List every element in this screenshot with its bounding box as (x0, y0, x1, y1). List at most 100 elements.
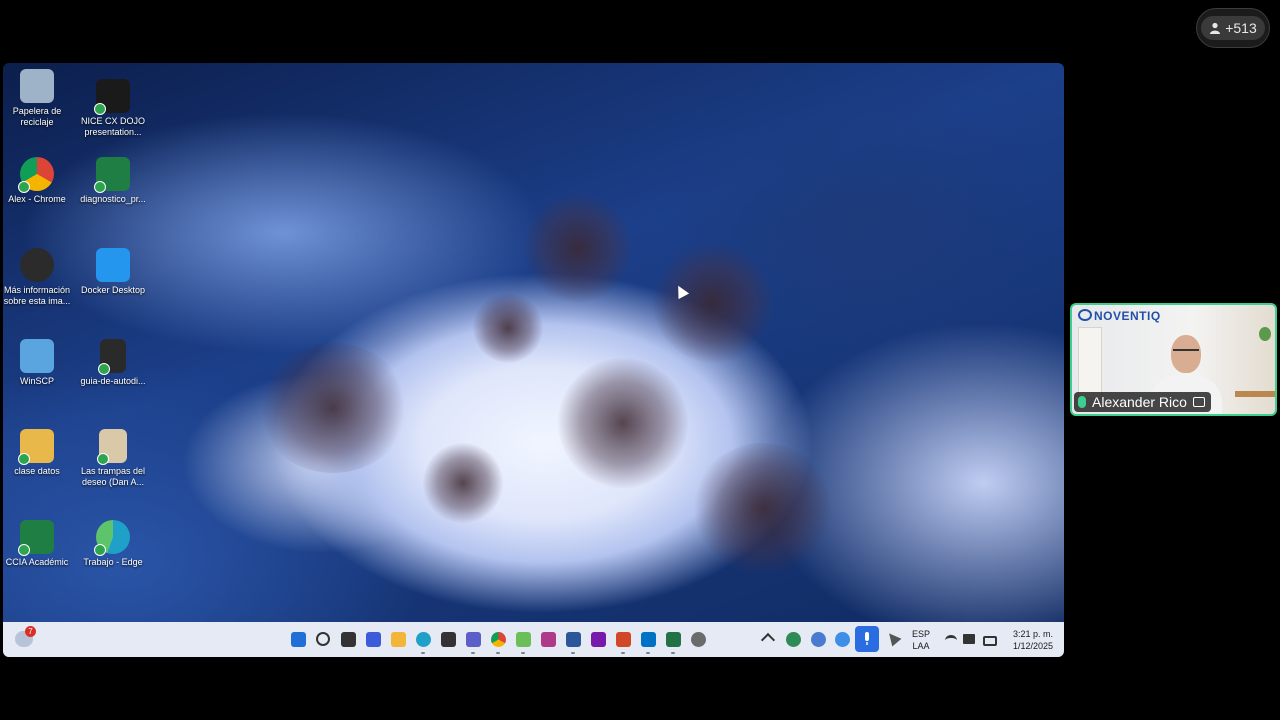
excel-file-icon (18, 520, 54, 556)
excel-icon[interactable] (666, 632, 681, 647)
desktop-icon-nice-cx[interactable]: NICE CX DOJO presentation... (75, 79, 151, 138)
desktop-icon-winscp[interactable]: WinSCP (3, 339, 75, 387)
sync-check-icon (18, 181, 30, 193)
wallpaper-tree (523, 193, 633, 303)
desktop-icon-clase-datos[interactable]: clase datos (3, 429, 75, 477)
camera-info-icon (20, 248, 54, 282)
presenter-name: Alexander Rico (1092, 394, 1187, 410)
person-icon (1210, 22, 1221, 34)
taskbar: 7 ESP LAA 3:21 p. m. 1/12/2025 (3, 622, 1064, 657)
sync-check-icon (18, 544, 30, 556)
calculator-icon[interactable] (441, 632, 456, 647)
desktop-icon-label: Papelera de reciclaje (12, 106, 62, 127)
desktop-icon-label: Más información sobre esta ima... (3, 285, 71, 306)
brand-logo-text: NOVENTIQ (1094, 309, 1161, 323)
wallpaper-tree (558, 358, 688, 488)
sync-check-icon (18, 453, 30, 465)
word-icon[interactable] (566, 632, 581, 647)
presenter-video-tile[interactable]: NOVENTIQ Alexander Rico (1070, 303, 1277, 416)
desktop-icon-label: NICE CX DOJO presentation... (80, 116, 145, 137)
desktop-icon-label: guia-de-autodi... (80, 376, 146, 386)
battery-icon[interactable] (983, 636, 997, 646)
desktop-icon-label: diagnostico_pr... (80, 194, 146, 204)
wallpaper-tree (423, 443, 503, 523)
noventiq-logo-icon (1078, 309, 1092, 321)
desktop-icon-ccia[interactable]: CCIA Académic (3, 520, 75, 568)
running-indicator (496, 652, 500, 654)
sync-check-icon (97, 453, 109, 465)
document-icon (98, 339, 126, 375)
settings-icon[interactable] (691, 632, 706, 647)
desktop-icon-las-trampas[interactable]: Las trampas del deseo (Dan A... (75, 429, 151, 488)
microphone-icon (865, 632, 869, 645)
active-microphone-icon (1078, 396, 1086, 408)
teams-icon[interactable] (466, 632, 481, 647)
running-indicator (646, 652, 650, 654)
chrome-icon[interactable] (491, 632, 506, 647)
wallpaper-tree (653, 243, 773, 363)
shelf (1078, 327, 1102, 399)
clock-time: 3:21 p. m. (1012, 629, 1054, 639)
keyboard-layout: LAA (912, 641, 930, 651)
running-indicator (571, 652, 575, 654)
desktop-icon-label: Las trampas del deseo (Dan A... (80, 466, 146, 487)
sync-check-icon (94, 544, 106, 556)
search-icon[interactable] (316, 632, 330, 646)
wifi-icon[interactable] (945, 635, 957, 646)
task-view-icon[interactable] (341, 632, 356, 647)
desktop-icon-recycle-bin[interactable]: Papelera de reciclaje (3, 69, 75, 128)
sync-icon[interactable] (786, 632, 801, 647)
volume-icon[interactable] (963, 634, 975, 644)
store-icon[interactable] (366, 632, 381, 647)
excel-file-icon (94, 157, 130, 193)
participants-pill: +513 (1201, 16, 1265, 40)
desktop-icon-edge[interactable]: Trabajo - Edge (75, 520, 151, 568)
language-code: ESP (911, 629, 930, 639)
chrome-icon (18, 157, 54, 193)
presentation-icon (94, 79, 130, 115)
desktop-icon-label: Docker Desktop (80, 285, 146, 295)
wallpaper-tree (693, 443, 833, 573)
chevron-up-icon[interactable] (760, 632, 776, 648)
sync-check-icon (94, 103, 106, 115)
onenote-icon[interactable] (591, 632, 606, 647)
sync-check-icon (94, 181, 106, 193)
running-indicator (471, 652, 475, 654)
presenter-glasses (1173, 349, 1199, 357)
edge-icon (94, 520, 130, 556)
desktop-icon-guia[interactable]: guia-de-autodi... (75, 339, 151, 387)
participants-button[interactable]: +513 (1196, 8, 1270, 48)
desktop-icon-label: Trabajo - Edge (83, 557, 143, 567)
desktop-icon-label: CCIA Académic (5, 557, 69, 567)
clock-date: 1/12/2025 (1012, 641, 1054, 651)
input-language[interactable]: ESP LAA (909, 628, 933, 652)
onedrive-icon[interactable] (835, 632, 850, 647)
microphone-button[interactable] (855, 626, 879, 652)
desktop-icon-diagnostico[interactable]: diagnostico_pr... (75, 157, 151, 205)
notepad-icon[interactable] (516, 632, 531, 647)
running-indicator (521, 652, 525, 654)
desktop-icon-mas-informacion[interactable]: Más información sobre esta ima... (3, 248, 75, 307)
participants-count: +513 (1225, 20, 1257, 36)
location-icon[interactable] (884, 629, 902, 647)
pdf-book-icon (97, 429, 127, 465)
desktop-icon-label: Alex - Chrome (8, 194, 66, 204)
file-explorer-icon[interactable] (391, 632, 406, 647)
winrar-icon[interactable] (541, 632, 556, 647)
running-indicator (671, 652, 675, 654)
desktop-icon-docker[interactable]: Docker Desktop (75, 248, 151, 296)
powerpoint-icon[interactable] (616, 632, 631, 647)
screen-share-icon (1192, 397, 1205, 407)
wallpaper-tree (473, 293, 543, 363)
desktop-icon-chrome[interactable]: Alex - Chrome (3, 157, 75, 205)
edge-icon[interactable] (416, 632, 431, 647)
outlook-icon[interactable] (641, 632, 656, 647)
clock[interactable]: 3:21 p. m. 1/12/2025 (1005, 628, 1061, 652)
folder-icon (18, 429, 54, 465)
network-app-icon[interactable] (811, 632, 826, 647)
sync-check-icon (98, 363, 110, 375)
shared-screen: Papelera de reciclaje NICE CX DOJO prese… (3, 63, 1064, 657)
recycle-bin-icon (20, 69, 54, 103)
start-icon[interactable] (291, 632, 306, 647)
weather-badge: 7 (25, 626, 36, 637)
